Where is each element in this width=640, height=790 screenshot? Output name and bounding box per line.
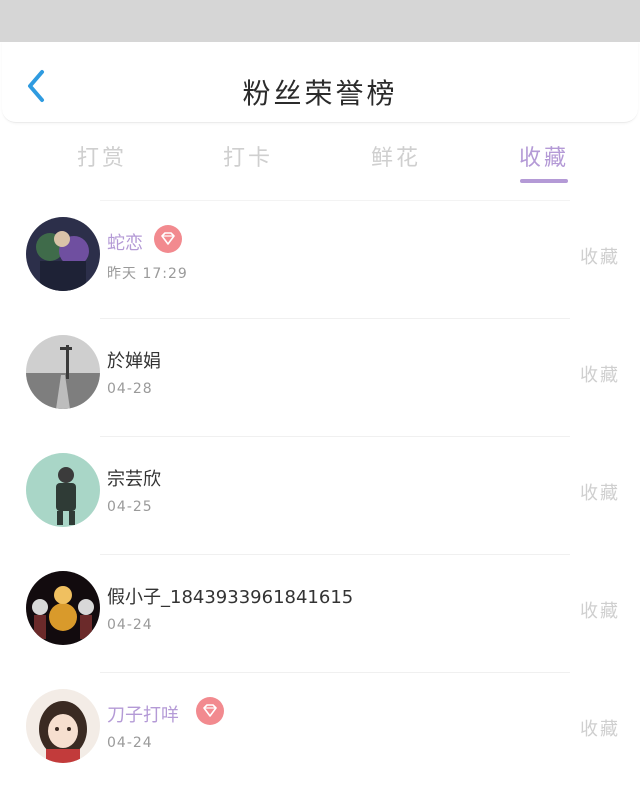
fan-name: 刀子打咩	[107, 705, 179, 726]
tab-checkin[interactable]: 打卡	[198, 140, 298, 172]
list-item[interactable]: 於婵娟 04-28 收藏	[26, 318, 618, 436]
diamond-icon	[161, 232, 175, 245]
action-label: 收藏	[580, 601, 620, 622]
list-item[interactable]: 刀子打咩 04-24 收藏	[26, 672, 618, 790]
diamond-icon	[203, 704, 217, 717]
avatar	[26, 689, 100, 763]
fan-date: 04-24	[107, 617, 153, 633]
list-item[interactable]: 宗芸欣 04-25 收藏	[26, 436, 618, 554]
fan-name: 假小子_1843933961841615	[107, 587, 354, 608]
action-label: 收藏	[580, 247, 620, 268]
fan-name: 於婵娟	[107, 351, 161, 372]
fan-name: 蛇恋	[107, 233, 143, 254]
tab-reward[interactable]: 打赏	[52, 140, 152, 172]
vip-badge	[154, 225, 182, 253]
action-label: 收藏	[580, 483, 620, 504]
tab-bar: 打赏 打卡 鲜花 收藏	[0, 130, 640, 190]
fan-date: 昨天 17:29	[107, 266, 188, 282]
page-title: 粉丝荣誉榜	[242, 77, 398, 110]
fan-list: 蛇恋 昨天 17:29 收藏 於婵娟 04-28 收藏 宗芸欣 04-25 收藏…	[0, 200, 640, 790]
avatar	[26, 571, 100, 645]
avatar	[26, 335, 100, 409]
fan-date: 04-24	[107, 735, 153, 751]
avatar	[26, 217, 100, 291]
list-item[interactable]: 蛇恋 昨天 17:29 收藏	[26, 200, 618, 318]
fan-date: 04-28	[107, 381, 153, 397]
tab-favorites[interactable]: 收藏	[494, 140, 594, 172]
fan-name: 宗芸欣	[107, 469, 161, 490]
action-label: 收藏	[580, 365, 620, 386]
list-item[interactable]: 假小子_1843933961841615 04-24 收藏	[26, 554, 618, 672]
active-tab-indicator	[520, 179, 568, 183]
vip-badge	[196, 697, 224, 725]
header: 粉丝荣誉榜	[2, 42, 638, 123]
fan-date: 04-25	[107, 499, 153, 515]
tab-flowers[interactable]: 鲜花	[346, 140, 446, 172]
avatar	[26, 453, 100, 527]
action-label: 收藏	[580, 719, 620, 740]
status-bar	[0, 0, 640, 42]
